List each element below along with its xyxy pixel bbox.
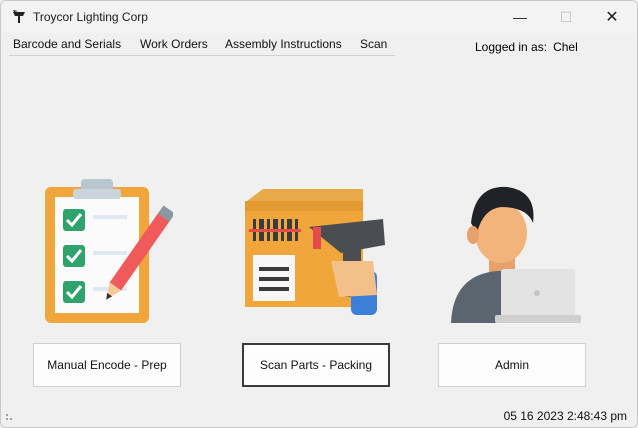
menu-barcode-and-serials[interactable]: Barcode and Serials xyxy=(13,37,121,51)
resize-grip-icon[interactable] xyxy=(5,413,13,423)
window-title: Troycor Lighting Corp xyxy=(33,10,148,24)
menu-bar: Barcode and Serials Work Orders Assembly… xyxy=(9,35,395,56)
login-label: Logged in as: xyxy=(475,40,548,54)
menu-assembly-instructions[interactable]: Assembly Instructions xyxy=(225,37,342,51)
menu-work-orders[interactable]: Work Orders xyxy=(140,37,208,51)
minimize-button[interactable]: — xyxy=(497,1,543,33)
status-bar: 05 16 2023 2:48:43 pm xyxy=(1,405,637,427)
scan-parts-packing-button[interactable]: Scan Parts - Packing xyxy=(242,343,390,387)
checklist-clipboard-pencil-icon xyxy=(45,179,173,323)
manual-encode-prep-button[interactable]: Manual Encode - Prep xyxy=(33,343,181,387)
box-barcode-scanner-icon xyxy=(245,189,385,315)
app-window: Troycor Lighting Corp — ☐ ✕ Barcode and … xyxy=(0,0,638,428)
admin-button[interactable]: Admin xyxy=(438,343,586,387)
maximize-button[interactable]: ☐ xyxy=(543,1,589,33)
user-laptop-icon xyxy=(451,186,581,323)
close-button[interactable]: ✕ xyxy=(589,1,635,33)
login-status: Logged in as: Chel xyxy=(475,40,578,54)
title-bar: Troycor Lighting Corp — ☐ ✕ xyxy=(1,1,637,33)
status-datetime: 05 16 2023 2:48:43 pm xyxy=(503,409,627,423)
lamp-icon xyxy=(13,10,25,23)
menu-scan[interactable]: Scan xyxy=(360,37,387,51)
login-user: Chel xyxy=(553,40,578,54)
